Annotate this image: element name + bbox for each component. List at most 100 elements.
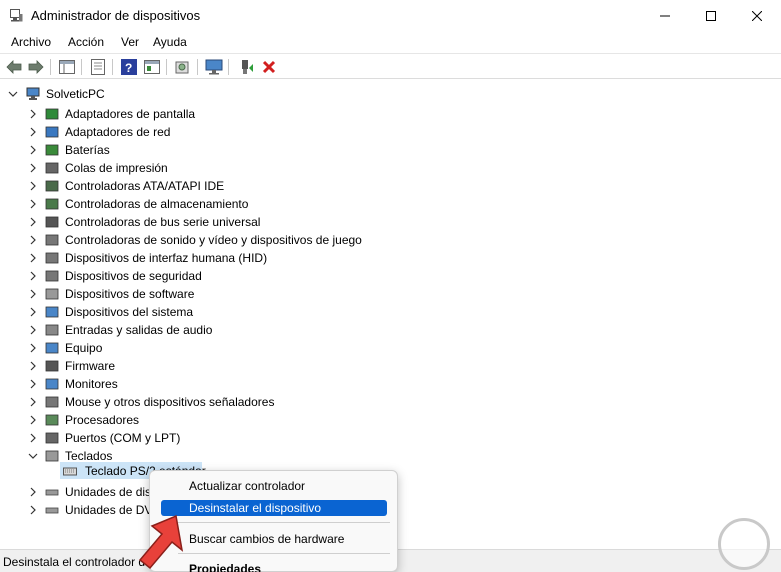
ide-controller-icon <box>45 180 59 192</box>
storage-controller-icon <box>45 198 59 210</box>
dvd-drive-icon <box>45 507 59 514</box>
menu-ver[interactable]: Ver <box>121 35 139 49</box>
tree-category-label[interactable]: Controladoras de sonido y vídeo y dispos… <box>65 233 362 247</box>
enable-device-icon <box>242 60 253 74</box>
show-hide-console-tree-icon <box>59 60 75 74</box>
chevron-right-icon[interactable] <box>28 217 38 227</box>
print-queue-icon <box>45 162 59 174</box>
disk-drive-icon <box>45 489 59 496</box>
back-arrow-icon <box>6 60 22 74</box>
monitor-icon <box>45 378 59 390</box>
chevron-right-icon[interactable] <box>28 289 38 299</box>
scan-hardware-button[interactable] <box>174 58 192 76</box>
processor-icon <box>45 414 59 426</box>
toolbar: ? <box>0 53 781 79</box>
chevron-right-icon[interactable] <box>28 415 38 425</box>
menu-ayuda[interactable]: Ayuda <box>153 35 187 49</box>
window-title: Administrador de dispositivos <box>31 8 201 23</box>
monitor-icon <box>205 59 223 75</box>
tree-category-label[interactable]: Dispositivos del sistema <box>65 305 193 319</box>
chevron-right-icon[interactable] <box>28 253 38 263</box>
uninstall-device-icon <box>262 60 276 74</box>
tree-category-label[interactable]: Adaptadores de pantalla <box>65 107 195 121</box>
maximize-button[interactable] <box>688 0 734 31</box>
tree-category-label[interactable]: Adaptadores de red <box>65 125 170 139</box>
forward-button[interactable] <box>27 58 45 76</box>
ctx-uninstall-device[interactable]: Desinstalar el dispositivo <box>161 500 387 516</box>
tree-category-label[interactable]: Dispositivos de software <box>65 287 194 301</box>
usb-controller-icon <box>45 216 59 228</box>
uninstall-device-button[interactable] <box>260 58 278 76</box>
chevron-right-icon[interactable] <box>28 199 38 209</box>
tree-category-label[interactable]: Controladoras de almacenamiento <box>65 197 248 211</box>
scan-hardware-icon <box>175 61 189 74</box>
pointer-arrow-icon <box>138 514 184 570</box>
chevron-right-icon[interactable] <box>28 307 38 317</box>
monitor-button[interactable] <box>205 58 223 76</box>
tree-root-label[interactable]: SolveticPC <box>46 87 105 101</box>
tree-category-label[interactable]: Entradas y salidas de audio <box>65 323 212 337</box>
chevron-right-icon[interactable] <box>28 397 38 407</box>
mouse-icon <box>45 396 59 408</box>
chevron-right-icon[interactable] <box>28 127 38 137</box>
console-tree-button[interactable] <box>58 58 76 76</box>
chevron-right-icon[interactable] <box>28 325 38 335</box>
minimize-icon <box>660 15 670 16</box>
audio-io-icon <box>45 324 59 336</box>
chevron-right-icon[interactable] <box>28 181 38 191</box>
tree-category-label[interactable]: Monitores <box>65 377 118 391</box>
back-button[interactable] <box>5 58 23 76</box>
tree-category-label[interactable]: Controladoras ATA/ATAPI IDE <box>65 179 224 193</box>
tree-category-label[interactable]: Baterías <box>65 143 110 157</box>
chevron-right-icon[interactable] <box>28 271 38 281</box>
tree-category-label[interactable]: Mouse y otros dispositivos señaladores <box>65 395 274 409</box>
tree-category-label[interactable]: Firmware <box>65 359 115 373</box>
action-pane-button[interactable] <box>143 58 161 76</box>
sound-icon <box>45 234 59 246</box>
security-device-icon <box>45 270 59 282</box>
computer-icon <box>26 87 40 100</box>
ctx-properties[interactable]: Propiedades <box>161 561 387 572</box>
tree-category-label[interactable]: Controladoras de bus serie universal <box>65 215 260 229</box>
chevron-right-icon[interactable] <box>28 145 38 155</box>
ctx-separator <box>178 522 390 523</box>
chevron-right-icon[interactable] <box>28 433 38 443</box>
chevron-down-icon[interactable] <box>8 89 18 99</box>
toolbar-separator <box>228 59 229 75</box>
menu-accion[interactable]: Acción <box>68 35 104 49</box>
tree-category-label[interactable]: Equipo <box>65 341 102 355</box>
chevron-right-icon[interactable] <box>28 109 38 119</box>
tree-category-label[interactable]: Dispositivos de interfaz humana (HID) <box>65 251 267 265</box>
close-button[interactable] <box>734 0 780 31</box>
chevron-right-icon[interactable] <box>28 163 38 173</box>
chevron-right-icon[interactable] <box>28 235 38 245</box>
enable-device-button[interactable] <box>238 58 256 76</box>
chevron-right-icon[interactable] <box>28 343 38 353</box>
minimize-button[interactable] <box>642 0 688 31</box>
ports-icon <box>45 432 59 444</box>
chevron-right-icon[interactable] <box>28 379 38 389</box>
tree-category-label[interactable]: Puertos (COM y LPT) <box>65 431 180 445</box>
toolbar-separator <box>197 59 198 75</box>
menu-archivo[interactable]: Archivo <box>11 35 51 49</box>
display-adapter-icon <box>45 108 59 120</box>
properties-button[interactable] <box>89 58 107 76</box>
chevron-down-icon[interactable] <box>28 451 38 461</box>
ctx-scan-hardware[interactable]: Buscar cambios de hardware <box>161 531 387 547</box>
software-device-icon <box>45 288 59 300</box>
help-button[interactable]: ? <box>120 58 138 76</box>
help-icon: ? <box>121 59 137 75</box>
tree-category-label[interactable]: Colas de impresión <box>65 161 168 175</box>
tree-category-label[interactable]: Teclados <box>65 449 112 463</box>
tree-category-label[interactable]: Dispositivos de seguridad <box>65 269 202 283</box>
menu-bar: Archivo Acción Ver Ayuda <box>0 31 781 53</box>
ctx-update-driver[interactable]: Actualizar controlador <box>161 478 387 494</box>
watermark-logo <box>718 518 770 570</box>
chevron-right-icon[interactable] <box>28 361 38 371</box>
chevron-right-icon[interactable] <box>28 505 38 515</box>
close-icon <box>752 10 762 21</box>
chevron-right-icon[interactable] <box>28 487 38 497</box>
tree-category-label[interactable]: Procesadores <box>65 413 139 427</box>
ctx-separator <box>178 553 390 554</box>
keyboard-icon <box>63 467 77 476</box>
